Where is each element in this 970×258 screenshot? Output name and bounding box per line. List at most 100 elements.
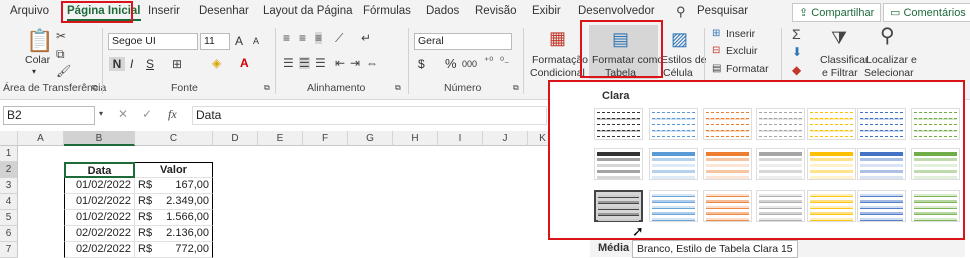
table-style-swatch[interactable] <box>857 148 906 180</box>
row-header[interactable]: 3 <box>0 178 18 194</box>
increase-indent-icon[interactable]: ⇥ <box>350 57 360 69</box>
column-header[interactable]: B <box>64 131 135 146</box>
paste-icon[interactable]: 📋 <box>26 30 53 52</box>
clipboard-launcher-icon[interactable]: ⧉ <box>92 84 98 92</box>
align-right-icon[interactable]: ☰ <box>315 57 326 69</box>
row-header[interactable]: 6 <box>0 226 18 242</box>
table-style-swatch[interactable] <box>594 190 643 222</box>
column-header[interactable]: A <box>18 131 64 146</box>
tab-layout-pagina[interactable]: Layout da Página <box>263 5 353 17</box>
sort-filter-icon[interactable]: ⧩ <box>831 29 847 47</box>
orientation-icon[interactable]: ⟋ <box>335 32 343 44</box>
format-cells-button[interactable]: Formatar <box>726 63 769 75</box>
table-style-swatch[interactable] <box>756 148 805 180</box>
font-size-select[interactable]: 11 <box>200 33 230 50</box>
cell-date[interactable]: 01/02/2022 <box>64 210 135 226</box>
cell-value[interactable]: R$ 1.566,00 <box>135 210 213 226</box>
table-style-swatch[interactable] <box>649 148 698 180</box>
table-style-swatch[interactable] <box>756 108 805 140</box>
cell-value[interactable]: R$ 167,00 <box>135 178 213 194</box>
column-header[interactable]: D <box>213 131 258 146</box>
format-painter-icon[interactable]: 🖌 <box>56 65 71 77</box>
delete-cells-button[interactable]: Excluir <box>726 45 758 57</box>
name-box-dropdown-icon[interactable]: ▾ <box>99 110 103 118</box>
insert-function-icon[interactable]: fx <box>168 108 177 120</box>
search-icon[interactable]: ⚲ <box>676 5 686 18</box>
column-header[interactable]: F <box>303 131 348 146</box>
currency-button[interactable]: $ <box>418 57 425 71</box>
italic-button[interactable]: I <box>130 57 133 71</box>
table-style-swatch[interactable] <box>703 108 752 140</box>
tab-dados[interactable]: Dados <box>426 5 459 17</box>
enter-icon[interactable]: ✓ <box>142 108 152 120</box>
font-name-select[interactable]: Segoe UI <box>108 33 198 50</box>
table-style-swatch[interactable] <box>594 148 643 180</box>
select-all-corner[interactable] <box>0 131 18 146</box>
shrink-font-button[interactable]: A <box>253 36 259 46</box>
number-launcher-icon[interactable]: ⧉ <box>513 84 519 92</box>
cancel-icon[interactable]: ✕ <box>118 108 128 120</box>
decrease-decimal-icon[interactable]: ⁰₋ <box>500 57 509 67</box>
merge-center-icon[interactable]: ⇔ <box>366 57 378 69</box>
alignment-launcher-icon[interactable]: ⧉ <box>395 84 401 92</box>
align-bottom-icon[interactable]: ≡ <box>315 32 323 44</box>
align-middle-icon[interactable]: ≡ <box>299 32 306 44</box>
find-select-button[interactable]: Localizar e <box>866 54 917 66</box>
row-header[interactable]: 7 <box>0 242 18 258</box>
wrap-text-icon[interactable]: ↵ <box>361 32 371 44</box>
table-style-swatch[interactable] <box>857 190 906 222</box>
table-style-swatch[interactable] <box>911 190 960 222</box>
clear-icon[interactable]: ◆ <box>792 64 801 76</box>
paste-dropdown-icon[interactable]: ▾ <box>32 67 36 76</box>
grow-font-button[interactable]: A <box>235 34 243 48</box>
borders-icon[interactable]: ⊞ <box>172 58 182 70</box>
table-style-swatch[interactable] <box>807 108 856 140</box>
table-style-swatch[interactable] <box>911 148 960 180</box>
number-format-select[interactable]: Geral <box>414 33 512 50</box>
table-style-swatch[interactable] <box>649 190 698 222</box>
tab-inserir[interactable]: Inserir <box>148 5 180 17</box>
insert-cells-button[interactable]: Inserir <box>726 28 755 40</box>
table-style-swatch[interactable] <box>649 108 698 140</box>
column-header[interactable]: H <box>393 131 438 146</box>
conditional-format-icon[interactable]: ▦ <box>549 29 566 47</box>
cell-styles-label2[interactable]: Célula <box>663 67 693 79</box>
column-header[interactable]: E <box>258 131 303 146</box>
search-box[interactable]: Pesquisar <box>697 5 748 17</box>
table-style-swatch[interactable] <box>594 108 643 140</box>
cell-date[interactable]: 01/02/2022 <box>64 178 135 194</box>
cell-value[interactable]: R$ 2.349,00 <box>135 194 213 210</box>
tab-revisao[interactable]: Revisão <box>475 5 517 17</box>
bold-button[interactable]: N <box>109 57 125 71</box>
sort-filter-label2[interactable]: e Filtrar <box>822 67 858 79</box>
cell-date[interactable]: 02/02/2022 <box>64 242 135 258</box>
increase-decimal-icon[interactable]: ⁺⁰ <box>484 57 493 67</box>
table-style-swatch[interactable] <box>807 148 856 180</box>
name-box[interactable]: B2 <box>3 106 95 125</box>
find-select-icon[interactable]: ⚲ <box>880 26 895 46</box>
row-header[interactable]: 4 <box>0 194 18 210</box>
row-header[interactable]: 2 <box>0 162 18 178</box>
cell-header-data[interactable]: Data <box>64 162 135 178</box>
autosum-icon[interactable]: Σ <box>792 27 801 41</box>
column-header[interactable]: C <box>135 131 213 146</box>
formula-input[interactable]: Data <box>192 106 547 125</box>
percent-button[interactable]: % <box>445 56 457 71</box>
cell-styles-label[interactable]: Estilos de <box>661 54 707 66</box>
comments-button[interactable]: ▭ Comentários <box>883 3 970 22</box>
underline-button[interactable]: S <box>146 57 154 71</box>
column-header[interactable]: I <box>438 131 483 146</box>
sort-filter-button[interactable]: Classificar <box>820 54 868 66</box>
cut-icon[interactable]: ✂ <box>56 30 66 42</box>
fill-icon[interactable]: ⬇ <box>792 46 802 58</box>
tab-formulas[interactable]: Fórmulas <box>363 5 411 17</box>
cell-date[interactable]: 02/02/2022 <box>64 226 135 242</box>
table-style-swatch[interactable] <box>703 148 752 180</box>
find-select-label2[interactable]: Selecionar <box>864 67 914 79</box>
table-style-swatch[interactable] <box>807 190 856 222</box>
cell-date[interactable]: 01/02/2022 <box>64 194 135 210</box>
table-style-swatch[interactable] <box>703 190 752 222</box>
row-header[interactable]: 1 <box>0 146 18 162</box>
column-header[interactable]: G <box>348 131 393 146</box>
share-button[interactable]: ⇪ Compartilhar <box>792 3 882 22</box>
